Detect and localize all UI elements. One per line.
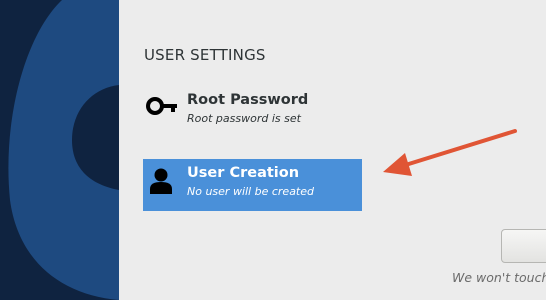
bottom-note: We won't touch (452, 270, 546, 285)
root-password-spoke[interactable]: Root Password Root password is set (143, 86, 362, 138)
key-icon (145, 93, 179, 125)
root-password-status: Root password is set (187, 112, 301, 125)
root-password-title: Root Password (187, 92, 309, 108)
section-title: USER SETTINGS (144, 46, 266, 64)
sidebar (0, 0, 119, 300)
user-creation-spoke[interactable]: User Creation No user will be created (143, 159, 362, 211)
annotation-arrow-icon (383, 129, 517, 176)
main-panel: USER SETTINGS Root Password Root passwor… (119, 0, 546, 300)
user-creation-status: No user will be created (187, 185, 314, 198)
sidebar-logo-graphic (8, 0, 119, 300)
user-creation-title: User Creation (187, 165, 300, 181)
user-icon (145, 166, 179, 198)
done-button[interactable] (501, 229, 546, 263)
